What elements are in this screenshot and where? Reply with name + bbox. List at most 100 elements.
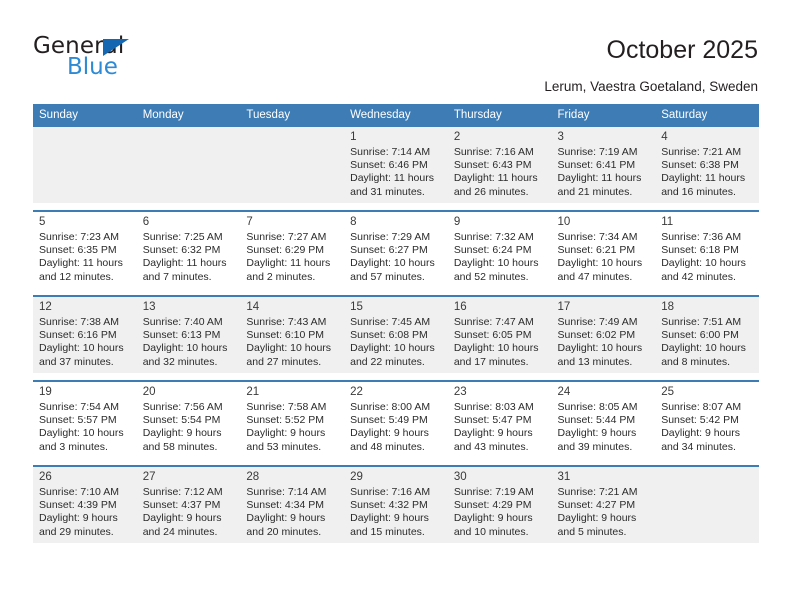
sunrise-text: Sunrise: 7:47 AM — [453, 316, 534, 328]
calendar-day-cell[interactable]: 3 Sunrise: 7:19 AM Sunset: 6:41 PM Daylight… — [551, 127, 656, 204]
day-sun-info: Sunrise: 7:16 AM Sunset: 4:32 PM Daylight:… — [350, 486, 444, 539]
day-sun-info: Sunrise: 8:07 AM Sunset: 5:42 PM Daylight:… — [661, 401, 755, 454]
day-sun-info: Sunrise: 7:29 AM Sunset: 6:27 PM Daylight:… — [350, 231, 444, 284]
daylight-text-line1: Daylight: 9 hours — [453, 427, 533, 440]
daylight-text-line2: and 17 minutes. — [453, 355, 529, 368]
calendar-week-row: 19 Sunrise: 7:54 AM Sunset: 5:57 PM Dayligh… — [33, 382, 759, 459]
calendar-day-cell[interactable]: 16 Sunrise: 7:47 AM Sunset: 6:05 PM Dayligh… — [447, 297, 552, 374]
weekday-header-tuesday: Tuesday — [240, 104, 345, 127]
day-number: 17 — [557, 301, 571, 313]
calendar-day-cell[interactable]: 11 Sunrise: 7:36 AM Sunset: 6:18 PM Dayligh… — [655, 212, 759, 289]
page-title: October 2025 — [606, 36, 759, 64]
sunset-text: Sunset: 4:32 PM — [350, 499, 428, 512]
sunset-text: Sunset: 6:41 PM — [557, 159, 636, 172]
day-sun-info: Sunrise: 8:03 AM Sunset: 5:47 PM Daylight:… — [454, 401, 548, 454]
calendar-day-cell[interactable]: 28 Sunrise: 7:14 AM Sunset: 4:34 PM Dayligh… — [240, 467, 345, 544]
day-number: 26 — [39, 471, 52, 483]
day-number: 3 — [557, 131, 564, 143]
sunset-text: Sunset: 6:16 PM — [39, 329, 117, 342]
day-number: 19 — [39, 386, 52, 398]
calendar-day-cell[interactable]: 8 Sunrise: 7:29 AM Sunset: 6:27 PM Daylight… — [344, 212, 448, 289]
daylight-text-line1: Daylight: 10 hours — [453, 342, 539, 355]
daylight-text-line2: and 13 minutes. — [557, 355, 633, 368]
day-sun-info: Sunrise: 7:12 AM Sunset: 4:37 PM Daylight:… — [143, 486, 237, 539]
calendar-day-cell[interactable]: 10 Sunrise: 7:34 AM Sunset: 6:21 PM Dayligh… — [551, 212, 656, 289]
daylight-text-line1: Daylight: 10 hours — [39, 427, 124, 440]
weekday-header-sunday: Sunday — [33, 104, 137, 127]
day-cell-content: 16 Sunrise: 7:47 AM Sunset: 6:05 PM Dayligh… — [448, 297, 552, 373]
sunrise-text: Sunrise: 7:16 AM — [350, 486, 431, 498]
sunrise-text: Sunrise: 7:43 AM — [246, 316, 327, 328]
daylight-text-line1: Daylight: 11 hours — [39, 257, 123, 270]
calendar-day-cell[interactable]: 14 Sunrise: 7:43 AM Sunset: 6:10 PM Dayligh… — [240, 297, 345, 374]
calendar-day-cell[interactable]: 20 Sunrise: 7:56 AM Sunset: 5:54 PM Dayligh… — [136, 382, 241, 459]
day-sun-info: Sunrise: 7:34 AM Sunset: 6:21 PM Daylight:… — [558, 231, 652, 284]
day-cell-content: 22 Sunrise: 8:00 AM Sunset: 5:49 PM Dayligh… — [344, 382, 448, 458]
daylight-text-line2: and 2 minutes. — [246, 270, 316, 283]
calendar-day-cell[interactable]: 21 Sunrise: 7:58 AM Sunset: 5:52 PM Dayligh… — [240, 382, 345, 459]
daylight-text-line2: and 43 minutes. — [453, 440, 529, 453]
daylight-text-line1: Daylight: 10 hours — [350, 257, 435, 270]
daylight-text-line2: and 42 minutes. — [661, 270, 736, 283]
daylight-text-line1: Daylight: 9 hours — [557, 512, 637, 525]
calendar-day-cell[interactable]: 13 Sunrise: 7:40 AM Sunset: 6:13 PM Dayligh… — [136, 297, 241, 374]
calendar-day-cell[interactable]: 12 Sunrise: 7:38 AM Sunset: 6:16 PM Dayligh… — [33, 297, 137, 374]
sunrise-text: Sunrise: 7:45 AM — [350, 316, 431, 328]
calendar-day-cell[interactable]: 23 Sunrise: 8:03 AM Sunset: 5:47 PM Dayligh… — [447, 382, 552, 459]
day-cell-content: 24 Sunrise: 8:05 AM Sunset: 5:44 PM Dayligh… — [552, 382, 656, 458]
day-cell-content: 1 Sunrise: 7:14 AM Sunset: 6:46 PM Daylight… — [344, 127, 448, 203]
weekday-header-friday: Friday — [551, 104, 656, 127]
daylight-text-line2: and 39 minutes. — [557, 440, 633, 453]
calendar-day-cell[interactable]: 22 Sunrise: 8:00 AM Sunset: 5:49 PM Dayligh… — [344, 382, 448, 459]
calendar-day-cell[interactable]: 5 Sunrise: 7:23 AM Sunset: 6:35 PM Daylight… — [33, 212, 137, 289]
daylight-text-line1: Daylight: 11 hours — [557, 172, 642, 185]
calendar-day-cell[interactable]: 17 Sunrise: 7:49 AM Sunset: 6:02 PM Dayligh… — [551, 297, 656, 374]
brand-logo[interactable]: General Blue — [33, 33, 233, 83]
day-cell-content: 20 Sunrise: 7:56 AM Sunset: 5:54 PM Dayligh… — [137, 382, 241, 458]
sunset-text: Sunset: 5:44 PM — [557, 414, 636, 427]
calendar-day-cell[interactable]: 9 Sunrise: 7:32 AM Sunset: 6:24 PM Daylight… — [447, 212, 552, 289]
daylight-text-line2: and 47 minutes. — [557, 270, 633, 283]
day-number: 13 — [142, 301, 156, 313]
daylight-text-line2: and 24 minutes. — [142, 525, 218, 538]
day-cell-content: 17 Sunrise: 7:49 AM Sunset: 6:02 PM Dayligh… — [552, 297, 656, 373]
calendar-day-cell[interactable]: 15 Sunrise: 7:45 AM Sunset: 6:08 PM Dayligh… — [344, 297, 448, 374]
calendar-day-cell[interactable]: 29 Sunrise: 7:16 AM Sunset: 4:32 PM Dayligh… — [344, 467, 448, 544]
calendar-day-cell[interactable]: 6 Sunrise: 7:25 AM Sunset: 6:32 PM Daylight… — [136, 212, 241, 289]
sunrise-text: Sunrise: 7:14 AM — [350, 146, 431, 158]
calendar-day-cell[interactable]: 7 Sunrise: 7:27 AM Sunset: 6:29 PM Daylight… — [240, 212, 345, 289]
calendar-day-cell[interactable]: 24 Sunrise: 8:05 AM Sunset: 5:44 PM Dayligh… — [551, 382, 656, 459]
day-sun-info: Sunrise: 8:00 AM Sunset: 5:49 PM Daylight:… — [350, 401, 444, 454]
sunrise-text: Sunrise: 7:19 AM — [453, 486, 534, 498]
calendar-day-cell[interactable]: 19 Sunrise: 7:54 AM Sunset: 5:57 PM Dayligh… — [33, 382, 137, 459]
day-sun-info: Sunrise: 7:14 AM Sunset: 6:46 PM Daylight:… — [350, 146, 444, 199]
sunset-text: Sunset: 6:00 PM — [661, 329, 739, 342]
daylight-text-line2: and 21 minutes. — [557, 185, 633, 198]
sunset-text: Sunset: 5:42 PM — [661, 414, 739, 427]
calendar-day-cell[interactable]: 30 Sunrise: 7:19 AM Sunset: 4:29 PM Dayligh… — [447, 467, 552, 544]
day-number: 16 — [453, 301, 467, 313]
day-cell-content — [33, 127, 137, 203]
calendar-day-cell[interactable]: 27 Sunrise: 7:12 AM Sunset: 4:37 PM Dayligh… — [136, 467, 241, 544]
calendar-day-cell[interactable]: 25 Sunrise: 8:07 AM Sunset: 5:42 PM Dayligh… — [655, 382, 759, 459]
sunset-text: Sunset: 5:52 PM — [246, 414, 325, 427]
day-number: 21 — [246, 386, 260, 398]
calendar-day-cell[interactable]: 26 Sunrise: 7:10 AM Sunset: 4:39 PM Dayligh… — [33, 467, 137, 544]
calendar-day-cell[interactable]: 18 Sunrise: 7:51 AM Sunset: 6:00 PM Dayligh… — [655, 297, 759, 374]
calendar-day-cell[interactable]: 31 Sunrise: 7:21 AM Sunset: 4:27 PM Dayligh… — [551, 467, 656, 544]
calendar-day-cell[interactable]: 4 Sunrise: 7:21 AM Sunset: 6:38 PM Daylight… — [655, 127, 759, 204]
weekday-header-thursday: Thursday — [447, 104, 552, 127]
day-number: 6 — [142, 216, 150, 228]
calendar-day-cell[interactable]: 1 Sunrise: 7:14 AM Sunset: 6:46 PM Daylight… — [344, 127, 448, 204]
day-sun-info: Sunrise: 7:56 AM Sunset: 5:54 PM Daylight:… — [143, 401, 237, 454]
calendar-page: General Blue October 2025 Lerum, Vaestra… — [0, 0, 792, 612]
day-cell-content: 19 Sunrise: 7:54 AM Sunset: 5:57 PM Dayligh… — [33, 382, 137, 458]
calendar-week-row: 5 Sunrise: 7:23 AM Sunset: 6:35 PM Daylight… — [33, 212, 759, 289]
sunset-text: Sunset: 5:57 PM — [39, 414, 117, 427]
calendar-day-cell[interactable]: 2 Sunrise: 7:16 AM Sunset: 6:43 PM Daylight… — [447, 127, 552, 204]
day-cell-content: 7 Sunrise: 7:27 AM Sunset: 6:29 PM Daylight… — [240, 212, 344, 288]
day-sun-info: Sunrise: 7:16 AM Sunset: 6:43 PM Daylight:… — [454, 146, 548, 199]
sunset-text: Sunset: 6:08 PM — [350, 329, 428, 342]
calendar-week-row: 26 Sunrise: 7:10 AM Sunset: 4:39 PM Dayligh… — [33, 467, 759, 544]
sunrise-text: Sunrise: 8:07 AM — [661, 401, 742, 413]
